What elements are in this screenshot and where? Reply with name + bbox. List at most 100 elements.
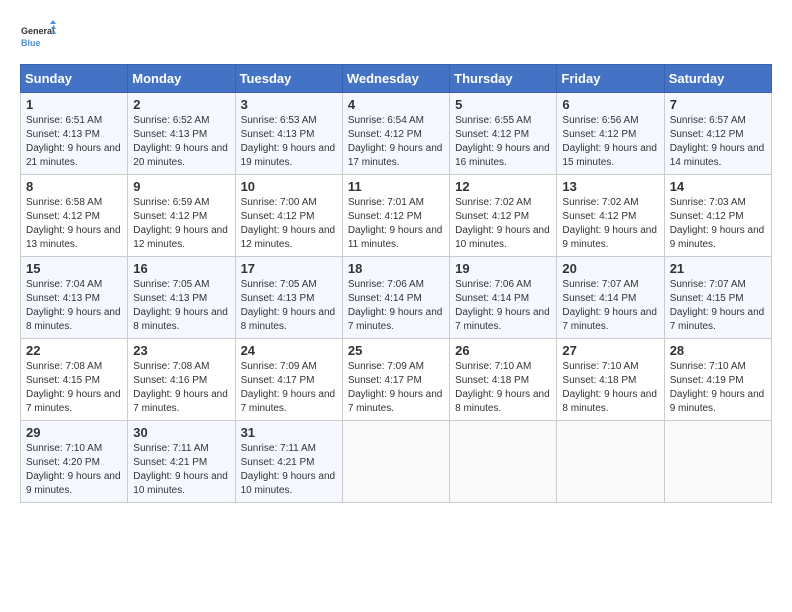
calendar-cell: 6 Sunrise: 6:56 AM Sunset: 4:12 PM Dayli…	[557, 93, 664, 175]
calendar-cell: 22 Sunrise: 7:08 AM Sunset: 4:15 PM Dayl…	[21, 339, 128, 421]
day-info: Sunrise: 7:01 AM Sunset: 4:12 PM Dayligh…	[348, 196, 444, 252]
day-info: Sunrise: 6:53 AM Sunset: 4:13 PM Dayligh…	[241, 114, 337, 170]
calendar-cell	[450, 421, 557, 503]
day-number: 18	[348, 261, 444, 276]
day-info: Sunrise: 6:59 AM Sunset: 4:12 PM Dayligh…	[133, 196, 229, 252]
col-wednesday: Wednesday	[342, 65, 449, 93]
day-number: 11	[348, 179, 444, 194]
calendar-cell: 13 Sunrise: 7:02 AM Sunset: 4:12 PM Dayl…	[557, 175, 664, 257]
day-info: Sunrise: 7:10 AM Sunset: 4:18 PM Dayligh…	[562, 360, 658, 416]
day-number: 6	[562, 97, 658, 112]
day-number: 8	[26, 179, 122, 194]
calendar-cell	[664, 421, 771, 503]
calendar-cell	[557, 421, 664, 503]
calendar-week-row: 15 Sunrise: 7:04 AM Sunset: 4:13 PM Dayl…	[21, 257, 772, 339]
calendar-cell: 9 Sunrise: 6:59 AM Sunset: 4:12 PM Dayli…	[128, 175, 235, 257]
day-number: 20	[562, 261, 658, 276]
calendar-cell: 19 Sunrise: 7:06 AM Sunset: 4:14 PM Dayl…	[450, 257, 557, 339]
day-number: 3	[241, 97, 337, 112]
day-number: 29	[26, 425, 122, 440]
day-info: Sunrise: 7:11 AM Sunset: 4:21 PM Dayligh…	[133, 442, 229, 498]
calendar-cell: 21 Sunrise: 7:07 AM Sunset: 4:15 PM Dayl…	[664, 257, 771, 339]
col-thursday: Thursday	[450, 65, 557, 93]
day-number: 2	[133, 97, 229, 112]
calendar-header-row: Sunday Monday Tuesday Wednesday Thursday…	[21, 65, 772, 93]
calendar-week-row: 1 Sunrise: 6:51 AM Sunset: 4:13 PM Dayli…	[21, 93, 772, 175]
day-number: 1	[26, 97, 122, 112]
svg-text:Blue: Blue	[21, 38, 41, 48]
calendar-table: Sunday Monday Tuesday Wednesday Thursday…	[20, 64, 772, 503]
calendar-cell: 27 Sunrise: 7:10 AM Sunset: 4:18 PM Dayl…	[557, 339, 664, 421]
calendar-cell: 20 Sunrise: 7:07 AM Sunset: 4:14 PM Dayl…	[557, 257, 664, 339]
day-number: 5	[455, 97, 551, 112]
calendar-cell: 10 Sunrise: 7:00 AM Sunset: 4:12 PM Dayl…	[235, 175, 342, 257]
calendar-cell: 17 Sunrise: 7:05 AM Sunset: 4:13 PM Dayl…	[235, 257, 342, 339]
day-info: Sunrise: 7:07 AM Sunset: 4:15 PM Dayligh…	[670, 278, 766, 334]
logo: General Blue	[20, 20, 56, 56]
day-info: Sunrise: 7:10 AM Sunset: 4:18 PM Dayligh…	[455, 360, 551, 416]
day-info: Sunrise: 6:55 AM Sunset: 4:12 PM Dayligh…	[455, 114, 551, 170]
day-number: 23	[133, 343, 229, 358]
calendar-cell: 15 Sunrise: 7:04 AM Sunset: 4:13 PM Dayl…	[21, 257, 128, 339]
day-info: Sunrise: 6:57 AM Sunset: 4:12 PM Dayligh…	[670, 114, 766, 170]
calendar-cell: 16 Sunrise: 7:05 AM Sunset: 4:13 PM Dayl…	[128, 257, 235, 339]
day-info: Sunrise: 6:54 AM Sunset: 4:12 PM Dayligh…	[348, 114, 444, 170]
calendar-cell: 23 Sunrise: 7:08 AM Sunset: 4:16 PM Dayl…	[128, 339, 235, 421]
calendar-week-row: 29 Sunrise: 7:10 AM Sunset: 4:20 PM Dayl…	[21, 421, 772, 503]
calendar-cell: 3 Sunrise: 6:53 AM Sunset: 4:13 PM Dayli…	[235, 93, 342, 175]
day-number: 31	[241, 425, 337, 440]
day-number: 16	[133, 261, 229, 276]
day-info: Sunrise: 7:05 AM Sunset: 4:13 PM Dayligh…	[133, 278, 229, 334]
calendar-cell: 1 Sunrise: 6:51 AM Sunset: 4:13 PM Dayli…	[21, 93, 128, 175]
calendar-cell: 18 Sunrise: 7:06 AM Sunset: 4:14 PM Dayl…	[342, 257, 449, 339]
header: General Blue	[20, 20, 772, 56]
day-info: Sunrise: 6:58 AM Sunset: 4:12 PM Dayligh…	[26, 196, 122, 252]
day-info: Sunrise: 7:07 AM Sunset: 4:14 PM Dayligh…	[562, 278, 658, 334]
calendar-cell: 14 Sunrise: 7:03 AM Sunset: 4:12 PM Dayl…	[664, 175, 771, 257]
calendar-cell	[342, 421, 449, 503]
logo-svg: General Blue	[20, 20, 56, 56]
calendar-cell: 2 Sunrise: 6:52 AM Sunset: 4:13 PM Dayli…	[128, 93, 235, 175]
day-info: Sunrise: 7:06 AM Sunset: 4:14 PM Dayligh…	[455, 278, 551, 334]
calendar-cell: 30 Sunrise: 7:11 AM Sunset: 4:21 PM Dayl…	[128, 421, 235, 503]
calendar-cell: 25 Sunrise: 7:09 AM Sunset: 4:17 PM Dayl…	[342, 339, 449, 421]
day-info: Sunrise: 7:08 AM Sunset: 4:16 PM Dayligh…	[133, 360, 229, 416]
svg-text:General: General	[21, 26, 55, 36]
calendar-week-row: 22 Sunrise: 7:08 AM Sunset: 4:15 PM Dayl…	[21, 339, 772, 421]
day-info: Sunrise: 6:51 AM Sunset: 4:13 PM Dayligh…	[26, 114, 122, 170]
day-number: 12	[455, 179, 551, 194]
day-number: 24	[241, 343, 337, 358]
day-info: Sunrise: 7:00 AM Sunset: 4:12 PM Dayligh…	[241, 196, 337, 252]
calendar-cell: 28 Sunrise: 7:10 AM Sunset: 4:19 PM Dayl…	[664, 339, 771, 421]
calendar-cell: 8 Sunrise: 6:58 AM Sunset: 4:12 PM Dayli…	[21, 175, 128, 257]
day-number: 7	[670, 97, 766, 112]
day-number: 30	[133, 425, 229, 440]
day-number: 14	[670, 179, 766, 194]
day-info: Sunrise: 6:52 AM Sunset: 4:13 PM Dayligh…	[133, 114, 229, 170]
col-saturday: Saturday	[664, 65, 771, 93]
day-number: 26	[455, 343, 551, 358]
day-info: Sunrise: 7:10 AM Sunset: 4:20 PM Dayligh…	[26, 442, 122, 498]
col-tuesday: Tuesday	[235, 65, 342, 93]
calendar-week-row: 8 Sunrise: 6:58 AM Sunset: 4:12 PM Dayli…	[21, 175, 772, 257]
day-number: 27	[562, 343, 658, 358]
day-info: Sunrise: 7:11 AM Sunset: 4:21 PM Dayligh…	[241, 442, 337, 498]
day-info: Sunrise: 7:09 AM Sunset: 4:17 PM Dayligh…	[241, 360, 337, 416]
day-info: Sunrise: 7:08 AM Sunset: 4:15 PM Dayligh…	[26, 360, 122, 416]
day-info: Sunrise: 7:09 AM Sunset: 4:17 PM Dayligh…	[348, 360, 444, 416]
day-info: Sunrise: 7:06 AM Sunset: 4:14 PM Dayligh…	[348, 278, 444, 334]
col-friday: Friday	[557, 65, 664, 93]
day-number: 10	[241, 179, 337, 194]
day-number: 4	[348, 97, 444, 112]
calendar-cell: 5 Sunrise: 6:55 AM Sunset: 4:12 PM Dayli…	[450, 93, 557, 175]
day-info: Sunrise: 7:10 AM Sunset: 4:19 PM Dayligh…	[670, 360, 766, 416]
day-number: 13	[562, 179, 658, 194]
calendar-cell: 7 Sunrise: 6:57 AM Sunset: 4:12 PM Dayli…	[664, 93, 771, 175]
day-number: 17	[241, 261, 337, 276]
day-info: Sunrise: 7:05 AM Sunset: 4:13 PM Dayligh…	[241, 278, 337, 334]
day-info: Sunrise: 7:02 AM Sunset: 4:12 PM Dayligh…	[455, 196, 551, 252]
calendar-cell: 11 Sunrise: 7:01 AM Sunset: 4:12 PM Dayl…	[342, 175, 449, 257]
calendar-cell: 4 Sunrise: 6:54 AM Sunset: 4:12 PM Dayli…	[342, 93, 449, 175]
calendar-cell: 26 Sunrise: 7:10 AM Sunset: 4:18 PM Dayl…	[450, 339, 557, 421]
day-info: Sunrise: 7:02 AM Sunset: 4:12 PM Dayligh…	[562, 196, 658, 252]
